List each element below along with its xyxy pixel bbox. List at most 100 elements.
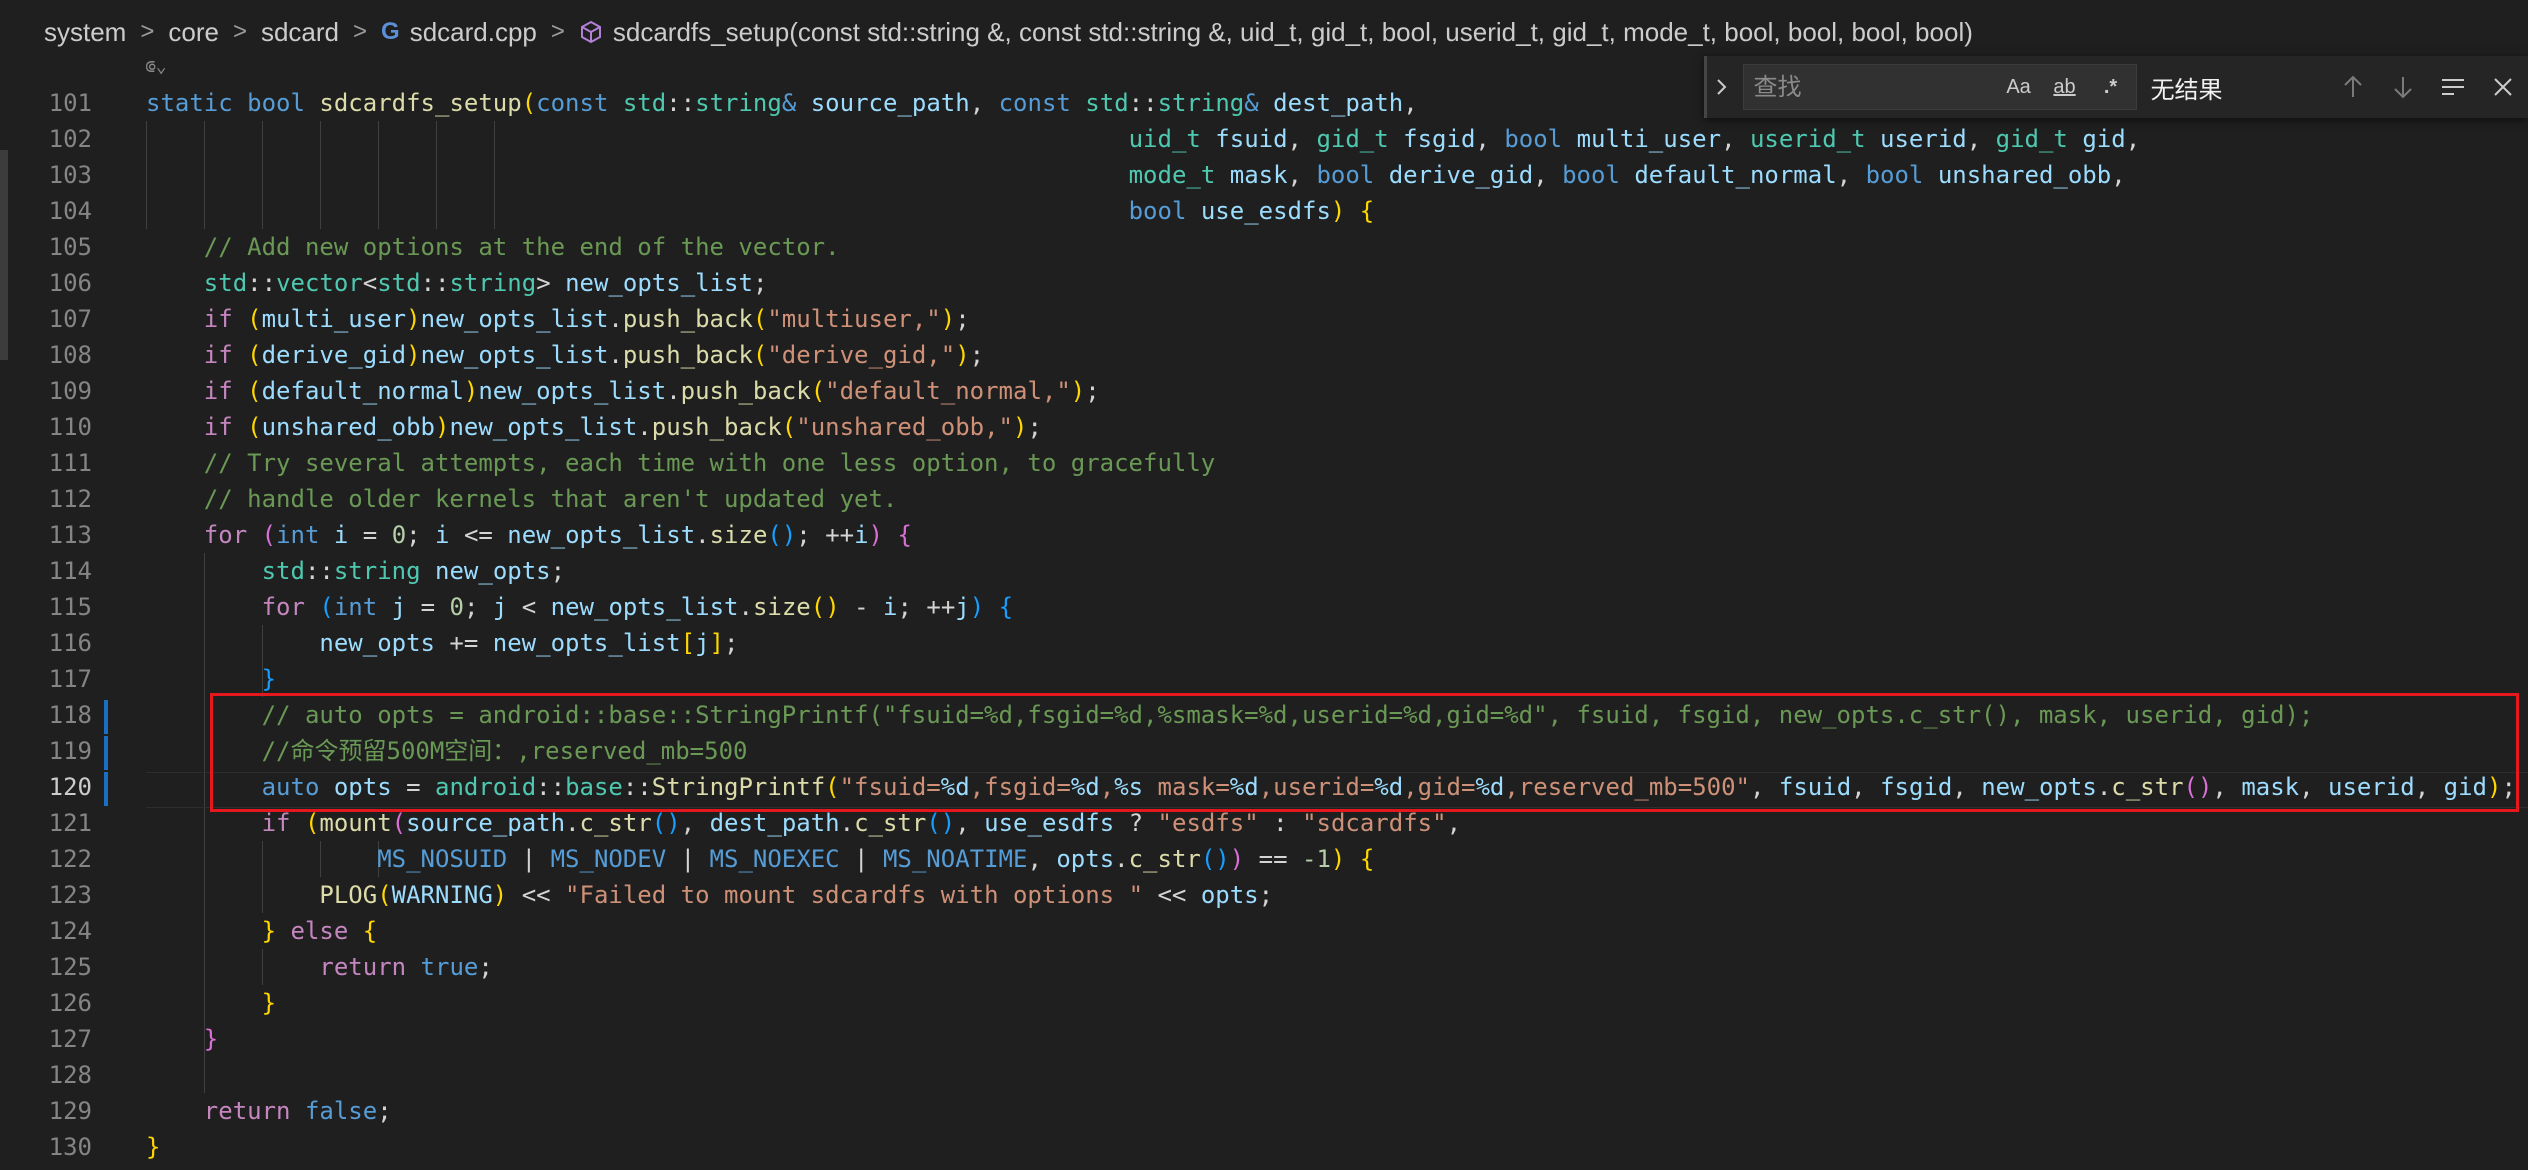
code-token: ( (319, 593, 334, 621)
code-token: return (319, 953, 407, 981)
code-line[interactable]: 129 return false; (0, 1093, 2528, 1129)
whole-word-button[interactable]: ab (2042, 67, 2088, 107)
code-line[interactable]: 126} (0, 985, 2528, 1021)
code-token: uid_t (1128, 125, 1201, 153)
code-token: new_opts_list (507, 521, 696, 549)
code-content: if (default_normal)new_opts_list.push_ba… (204, 373, 1100, 409)
code-line[interactable]: 122 MS_NOSUID | MS_NODEV | MS_NOEXEC | MS… (0, 841, 2528, 877)
code-token: << (507, 881, 566, 909)
code-token: () (810, 593, 840, 621)
code-token: -1 (1302, 845, 1331, 873)
code-token: ; (377, 1097, 392, 1125)
code-token: push_back (622, 341, 753, 369)
chevron-right-icon: > (232, 18, 247, 45)
code-token: , (1446, 809, 1462, 837)
code-token: new_opts_list (478, 377, 667, 405)
code-token: return (203, 1097, 291, 1125)
code-token: , (1533, 161, 1563, 189)
line-number: 121 (48, 809, 92, 837)
close-icon[interactable] (2478, 64, 2528, 110)
code-line[interactable]: 113 for (int i = 0; i <= new_opts_list.si… (0, 517, 2528, 553)
code-line[interactable]: 107 if (multi_user)new_opts_list.push_bac… (0, 301, 2528, 337)
code-token: , (680, 809, 710, 837)
breadcrumb-item-core[interactable]: core (168, 17, 219, 48)
line-number: 105 (48, 233, 92, 261)
next-match-arrow-down-icon[interactable] (2378, 64, 2428, 110)
code-token: source_path (810, 89, 970, 117)
line-number: 111 (48, 449, 92, 477)
code-line[interactable]: 105 // Add new options at the end of the … (0, 229, 2528, 265)
code-line[interactable]: 116 new_opts += new_opts_list[j]; (0, 625, 2528, 661)
code-line[interactable]: 128 (0, 1057, 2528, 1093)
code-token: ; (969, 341, 985, 369)
code-token: , (1836, 161, 1866, 189)
code-token: ) (969, 593, 985, 621)
code-line[interactable]: 109 if (default_normal)new_opts_list.push… (0, 373, 2528, 409)
code-line[interactable]: 102 uid_t fsuid, gid_t fsgid, bool multi_… (0, 121, 2528, 157)
breadcrumb-item-system[interactable]: system (44, 17, 126, 48)
code-content: // Try several attempts, each time with … (204, 445, 1215, 481)
code-token: fsgid (1403, 125, 1476, 153)
code-line[interactable]: 112 // handle older kernels that aren't u… (0, 481, 2528, 517)
code-content: static bool sdcardfs_setup(const std::st… (146, 85, 1418, 121)
breadcrumb-item-sdcard[interactable]: sdcard (261, 17, 339, 48)
code-token: default_normal (1634, 161, 1837, 189)
code-token: { (998, 593, 1014, 621)
code-token: new_opts_list (449, 413, 638, 441)
code-token: j (695, 629, 710, 657)
code-token: | (666, 845, 710, 873)
code-token: | (839, 845, 883, 873)
code-line[interactable]: 106 std::vector<std::string> new_opts_lis… (0, 265, 2528, 301)
line-number: 119 (48, 737, 92, 765)
code-token: ) (1070, 377, 1086, 405)
code-line[interactable]: 124} else { (0, 913, 2528, 949)
code-token: const (536, 89, 609, 117)
code-token: "unshared_obb," (796, 413, 1013, 441)
code-content: // handle older kernels that aren't upda… (204, 481, 898, 517)
code-line[interactable]: 108 if (derive_gid)new_opts_list.push_bac… (0, 337, 2528, 373)
code-token: ) (868, 521, 883, 549)
code-line[interactable]: 104 bool use_esdfs) { (0, 193, 2528, 229)
regex-button[interactable]: .* (2088, 67, 2134, 107)
code-token: ; ++ (897, 593, 956, 621)
find-input[interactable] (1743, 66, 1996, 108)
code-token: () (767, 521, 797, 549)
code-token: derive_gid (261, 341, 407, 369)
code-line[interactable]: 103 mode_t mask, bool derive_gid, bool de… (0, 157, 2528, 193)
code-token: , (2111, 161, 2126, 189)
code-line[interactable]: 117} (0, 661, 2528, 697)
code-token: MS_NODEV (550, 845, 667, 873)
code-token: string (1157, 89, 1245, 117)
match-case-button[interactable]: Aa (1996, 67, 2042, 107)
code-line[interactable]: 130} (0, 1129, 2528, 1165)
code-token: 0 (449, 593, 464, 621)
line-number: 130 (48, 1133, 92, 1161)
code-token: ( (304, 809, 320, 837)
code-token: opts (1056, 845, 1115, 873)
breadcrumb: system > core > sdcard > G sdcard.cpp > … (0, 0, 2528, 64)
code-token: < (362, 269, 378, 297)
code-line[interactable]: 115 for (int j = 0; j < new_opts_list.siz… (0, 589, 2528, 625)
code-line[interactable]: 110 if (unshared_obb)new_opts_list.push_b… (0, 409, 2528, 445)
code-token: std (1085, 89, 1129, 117)
code-token: derive_gid (1388, 161, 1534, 189)
previous-match-arrow-up-icon[interactable] (2328, 64, 2378, 110)
code-token: j (391, 593, 407, 621)
code-line[interactable]: 111 // Try several attempts, each time wi… (0, 445, 2528, 481)
code-line[interactable]: 127} (0, 1021, 2528, 1057)
code-token: :: (1128, 89, 1158, 117)
code-line[interactable]: 114 std::string new_opts; (0, 553, 2528, 589)
code-token: sdcardfs_setup (319, 89, 522, 117)
code-token: += (434, 629, 493, 657)
code-token: new_opts_list (420, 341, 609, 369)
code-line[interactable]: 125 return true; (0, 949, 2528, 985)
breadcrumb-item-symbol[interactable]: sdcardfs_setup(const std::string &, cons… (613, 17, 1973, 48)
code-content: } (262, 661, 276, 697)
code-line[interactable]: 123 PLOG(WARNING) << "Failed to mount sdc… (0, 877, 2528, 913)
breadcrumb-item-file[interactable]: sdcard.cpp (410, 17, 537, 48)
code-token: MS_NOSUID (377, 845, 508, 873)
code-token: ; (1085, 377, 1100, 405)
code-token: WARNING (391, 881, 493, 909)
toggle-replace-chevron-icon[interactable] (1707, 57, 1737, 117)
find-in-selection-icon[interactable] (2428, 64, 2478, 110)
